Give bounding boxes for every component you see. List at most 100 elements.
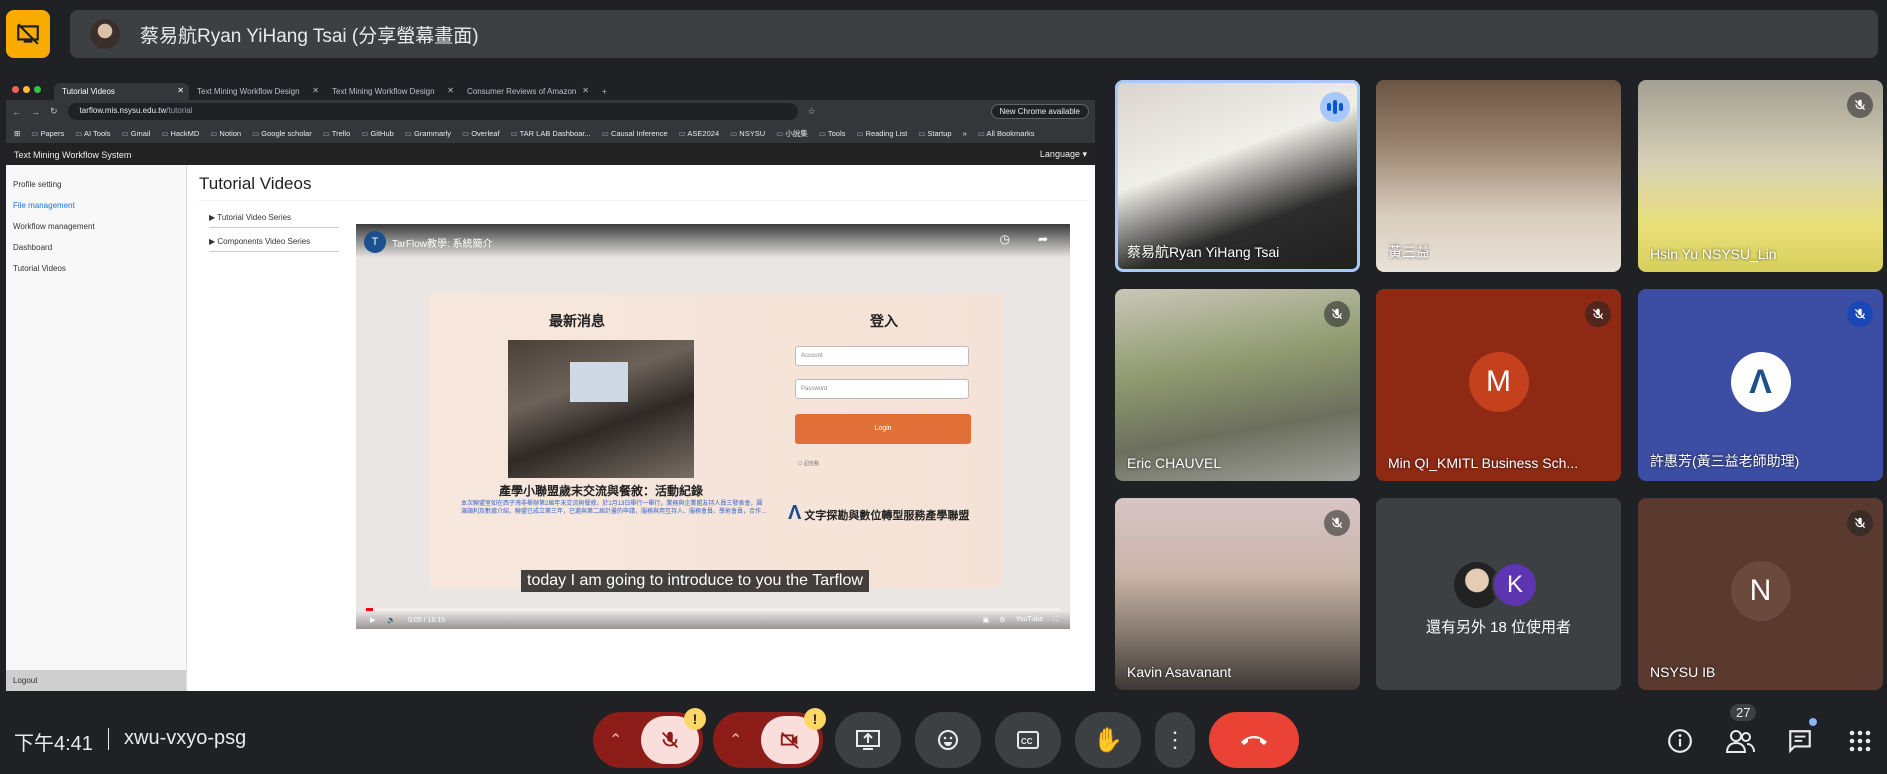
presenter-avatar: [90, 19, 120, 49]
bookmark-item: Causal Inference: [602, 129, 668, 138]
language-menu: Language ▾: [1039, 149, 1087, 159]
sidebar-item-dashboard: Dashboard: [13, 243, 53, 252]
apps-grid-icon: [1849, 730, 1871, 752]
meeting-top-bar: 蔡易航Ryan YiHang Tsai (分享螢幕畫面): [0, 0, 1887, 68]
sidebar-item-profile-setting: Profile setting: [13, 180, 62, 189]
meeting-code: xwu-vxyo-psg: [124, 727, 247, 749]
present-screen-button[interactable]: [835, 712, 901, 768]
mic-off-icon: [662, 731, 678, 748]
meeting-details-button[interactable]: [1655, 716, 1705, 766]
people-count-badge: 27: [1730, 704, 1757, 721]
participant-name: Kavin Asavanant: [1127, 664, 1232, 680]
share-icon: ➦: [1037, 232, 1048, 246]
bookmark-item: ASE2024: [679, 129, 719, 138]
bookmark-item: TAR LAB Dashboar...: [511, 129, 591, 138]
mic-off-icon: [1847, 301, 1873, 327]
participant-name: Eric CHAUVEL: [1127, 455, 1222, 471]
participant-name: Min QI_KMITL Business Sch...: [1388, 455, 1579, 471]
camera-options-chevron-icon[interactable]: ⌃: [729, 730, 742, 750]
presentation-off-icon[interactable]: [6, 10, 50, 58]
close-window-icon: [12, 86, 19, 93]
bookmark-item: Trello: [323, 129, 350, 138]
components-video-series-toggle: ▶ Components Video Series: [209, 237, 339, 252]
bookmark-item: Grammarly: [405, 129, 451, 138]
raise-hand-button[interactable]: ✋: [1075, 712, 1141, 768]
camera-warning-icon: !: [804, 708, 826, 730]
end-call-icon: [1241, 736, 1267, 745]
camera-off-icon: [780, 732, 799, 749]
closed-captions-icon: CC: [1017, 731, 1039, 749]
close-tab-icon: ✕: [582, 86, 589, 95]
alliance-logo: Ʌ 文字探勘與數位轉型服務產學聯盟: [788, 502, 970, 524]
youtube-video-player: 最新消息 登入 產學小聯盟歲末交流與餐敘：活動紀錄 本次聯盟室如在西子灣非舉辦第…: [356, 224, 1070, 629]
participant-tile-overflow[interactable]: K 還有另外 18 位使用者: [1376, 498, 1621, 690]
reactions-button[interactable]: [915, 712, 981, 768]
chat-unread-dot: [1809, 718, 1817, 726]
people-icon: [1725, 730, 1755, 753]
captions-button[interactable]: CC: [995, 712, 1061, 768]
participant-tile[interactable]: 黃三益: [1376, 80, 1621, 272]
close-tab-icon: ✕: [447, 86, 454, 95]
mic-off-icon: [1847, 510, 1873, 536]
svg-text:CC: CC: [1021, 737, 1033, 746]
maximize-window-icon: [34, 86, 41, 93]
page-title: Tutorial Videos: [199, 174, 312, 193]
slide-news-text: 本次聯盟室如在西子灣非舉辦第2屆年末交流與餐敘，於1月13日舉行一舉行，業務與企…: [461, 501, 767, 515]
more-vert-icon: ⋮: [1164, 727, 1186, 752]
browser-tab: Text Mining Workflow Design ✕: [197, 86, 319, 96]
participant-tile[interactable]: Hsin Yu NSYSU_Lin: [1638, 80, 1883, 272]
present-screen-icon: [856, 730, 880, 750]
avatar: N: [1730, 561, 1791, 621]
mic-warning-icon: !: [684, 708, 706, 730]
bookmark-item: Overleaf: [462, 129, 499, 138]
bookmark-star-icon: ☆: [807, 106, 816, 116]
sidebar-item-tutorial-videos: Tutorial Videos: [13, 264, 66, 273]
participant-name: 黃三益: [1388, 244, 1430, 260]
participant-tile[interactable]: N NSYSU IB: [1638, 498, 1883, 690]
video-subtitle: today I am going to introduce to you the…: [521, 570, 869, 592]
bookmark-item: GitHub: [361, 129, 393, 138]
slide-password-field: Password: [795, 379, 969, 399]
channel-avatar: T: [364, 231, 386, 253]
sidebar-item-file-management: File management: [13, 201, 75, 210]
participant-tile[interactable]: Kavin Asavanant: [1115, 498, 1360, 690]
app-title: Text Mining Workflow System: [14, 149, 132, 160]
participant-tile[interactable]: Eric CHAUVEL: [1115, 289, 1360, 481]
bookmark-item: Papers: [31, 129, 64, 138]
participant-tile[interactable]: 蔡易航Ryan YiHang Tsai: [1115, 80, 1360, 272]
bookmark-item: Tools: [819, 129, 846, 138]
shared-screen: Tutorial Videos ✕ Text Mining Workflow De…: [6, 80, 1095, 691]
chat-icon: [1789, 730, 1811, 754]
video-slide: 最新消息 登入 產學小聯盟歲末交流與餐敘：活動紀錄 本次聯盟室如在西子灣非舉辦第…: [429, 294, 1003, 588]
mic-options-chevron-icon[interactable]: ⌃: [609, 730, 622, 750]
slide-account-field: Account: [795, 346, 969, 366]
sidebar-item-workflow-management: Workflow management: [13, 222, 95, 231]
hand-icon: ✋: [1093, 726, 1123, 754]
browser-tab: Tutorial Videos ✕: [54, 83, 189, 100]
bookmark-item: HackMD: [161, 129, 199, 138]
leave-call-button[interactable]: [1209, 712, 1299, 768]
participant-tile[interactable]: M Min QI_KMITL Business Sch...: [1376, 289, 1621, 481]
meeting-clock: 下午4:41: [14, 733, 93, 755]
slide-news-title: 最新消息: [549, 313, 605, 329]
volume-icon: 🔈: [387, 617, 397, 624]
mic-off-icon: [1847, 92, 1873, 118]
participant-name: 蔡易航Ryan YiHang Tsai: [1127, 244, 1280, 260]
play-icon: ▶: [370, 617, 376, 624]
window-controls: [12, 86, 41, 93]
presenter-banner: 蔡易航Ryan YiHang Tsai (分享螢幕畫面): [70, 10, 1878, 58]
people-button[interactable]: 27: [1715, 704, 1765, 766]
app-header: Text Mining Workflow System Language ▾: [6, 144, 1095, 165]
more-options-button[interactable]: ⋮: [1155, 712, 1195, 768]
browser-tab: Consumer Reviews of Amazon ✕: [467, 86, 589, 96]
activities-button[interactable]: [1835, 716, 1885, 766]
info-icon: [1668, 729, 1692, 753]
bookmark-item: Google scholar: [252, 129, 311, 138]
url-field: tarflow.mis.nsysu.edu.tw/tutorial: [67, 103, 798, 120]
new-tab-icon: +: [602, 87, 607, 96]
forward-icon: →: [31, 106, 40, 117]
participant-tile[interactable]: Ʌ 許惠芳(黃三益老師助理): [1638, 289, 1883, 481]
chat-button[interactable]: [1775, 716, 1825, 766]
participant-name: NSYSU IB: [1650, 664, 1716, 680]
avatar: K: [1492, 562, 1538, 608]
